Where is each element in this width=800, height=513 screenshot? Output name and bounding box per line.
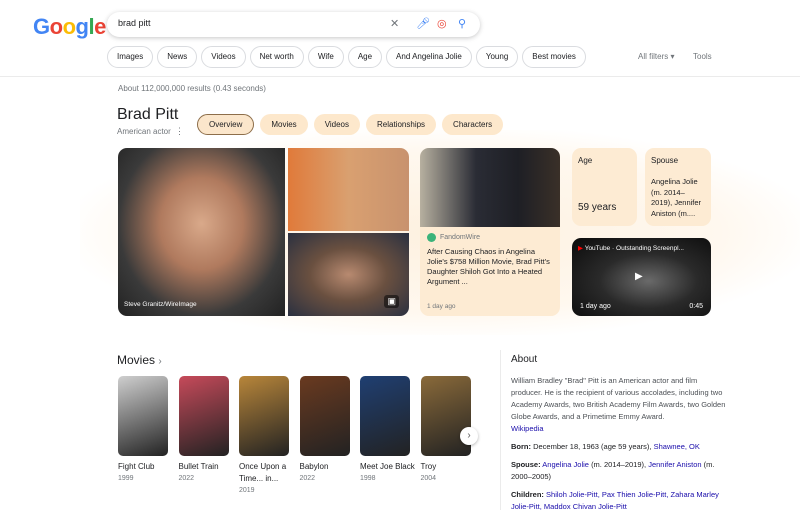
all-filters-button[interactable]: All filters ▾ xyxy=(638,52,674,61)
more-options-icon[interactable]: ⋮ xyxy=(175,126,184,137)
news-headline: After Causing Chaos in Angelina Jolie's … xyxy=(427,247,550,286)
movie-poster[interactable] xyxy=(420,376,471,456)
video-source: YouTube · Outstanding Screenpl... xyxy=(584,245,684,252)
news-source: FandomWire xyxy=(440,234,481,241)
movie-title[interactable]: Fight Club xyxy=(118,461,178,473)
chip[interactable]: Best movies xyxy=(522,46,586,68)
source-logo-icon xyxy=(427,233,436,242)
movie-poster[interactable] xyxy=(118,376,168,456)
born-label: Born: xyxy=(511,442,531,451)
movie-title[interactable]: Bullet Train xyxy=(179,461,239,473)
age-label: Age xyxy=(578,156,593,165)
chip[interactable]: Net worth xyxy=(249,46,304,68)
tab-videos[interactable]: Videos xyxy=(313,114,361,135)
born-place-link[interactable]: Shawnee, OK xyxy=(654,442,700,451)
tab-overview[interactable]: Overview xyxy=(197,114,255,135)
filter-chips: Images News Videos Net worth Wife Age An… xyxy=(107,46,586,68)
chip[interactable]: Videos xyxy=(201,46,246,68)
tab-relationships[interactable]: Relationships xyxy=(366,114,437,135)
entity-subtitle: American actor xyxy=(117,127,171,136)
movies-heading-text: Movies xyxy=(117,353,156,367)
spouse-card[interactable]: Spouse Angelina Jolie (m. 2014–2019), Je… xyxy=(645,148,711,226)
movie-poster[interactable] xyxy=(239,376,289,456)
movie-poster[interactable] xyxy=(178,376,229,456)
movie-title[interactable]: Meet Joe Black xyxy=(360,461,420,473)
spouse-link[interactable]: Angelina Jolie xyxy=(542,460,589,469)
wikipedia-link[interactable]: Wikipedia xyxy=(511,424,544,433)
tab-movies[interactable]: Movies xyxy=(260,114,308,135)
chip[interactable]: Young xyxy=(475,46,519,68)
chip[interactable]: Age xyxy=(347,46,383,68)
play-icon[interactable]: ▶ xyxy=(635,271,643,282)
news-time: 1 day ago xyxy=(427,303,456,310)
movie-year: 1998 xyxy=(360,475,376,482)
entity-tabs: Overview Movies Videos Relationships Cha… xyxy=(197,114,504,135)
chip[interactable]: News xyxy=(157,46,198,68)
video-card[interactable]: ▶ YouTube · Outstanding Screenpl... ▶ 1 … xyxy=(572,238,711,316)
movie-year: 1999 xyxy=(118,475,134,482)
photo-2[interactable] xyxy=(288,148,409,231)
movie-year: 2022 xyxy=(299,475,316,482)
microphone-icon[interactable]: 🎤︎ xyxy=(416,17,430,30)
photo-credit: Steve Granitz/WireImage xyxy=(124,301,197,308)
news-image xyxy=(420,148,560,227)
movie-poster[interactable] xyxy=(360,376,410,456)
movie-title[interactable]: Troy xyxy=(421,461,481,473)
youtube-icon: ▶ xyxy=(578,245,583,252)
movie-title[interactable]: Babylon xyxy=(300,461,360,473)
photo-3[interactable]: ▣ xyxy=(288,233,409,316)
tools-button[interactable]: Tools xyxy=(693,52,712,61)
born-text: December 18, 1963 (age 59 years), xyxy=(533,442,652,451)
video-time: 1 day ago xyxy=(580,303,611,310)
chip[interactable]: And Angelina Jolie xyxy=(386,46,472,68)
movie-year: 2004 xyxy=(420,475,437,482)
spouse-link[interactable]: Jennifer Aniston xyxy=(648,460,701,469)
search-icon[interactable]: ⚲ xyxy=(458,17,466,30)
about-section: About William Bradley "Brad" Pitt is an … xyxy=(500,350,730,511)
spouse-years: (m. 2014–2019), xyxy=(591,460,647,469)
age-card[interactable]: Age 59 years xyxy=(572,148,637,226)
about-text: William Bradley "Brad" Pitt is an Americ… xyxy=(511,376,726,421)
spouse-value: Angelina Jolie (m. 2014–2019), Jennifer … xyxy=(651,177,702,218)
age-value: 59 years xyxy=(578,202,617,213)
google-logo[interactable]: Google xyxy=(33,14,106,40)
image-gallery-icon[interactable]: ▣ xyxy=(384,295,399,308)
search-box[interactable]: brad pitt ✕ 🎤︎ ◎ ⚲ xyxy=(107,12,480,37)
lens-icon[interactable]: ◎ xyxy=(437,17,447,30)
movie-year: 2022 xyxy=(178,475,195,482)
movies-heading[interactable]: Movies › xyxy=(117,353,162,367)
chip[interactable]: Wife xyxy=(307,46,344,68)
movie-poster[interactable] xyxy=(299,376,350,456)
divider xyxy=(0,76,800,77)
carousel-next-button[interactable]: › xyxy=(460,427,478,445)
search-input[interactable]: brad pitt xyxy=(118,18,151,28)
movie-title[interactable]: Once Upon a Time... in... xyxy=(239,461,299,485)
clear-icon[interactable]: ✕ xyxy=(390,17,399,30)
spouse-field-label: Spouse: xyxy=(511,460,541,469)
chip[interactable]: Images xyxy=(107,46,154,68)
tab-characters[interactable]: Characters xyxy=(442,114,504,135)
movie-year: 2019 xyxy=(239,487,255,494)
result-count: About 112,000,000 results (0.43 seconds) xyxy=(118,84,266,93)
main-photo[interactable]: Steve Granitz/WireImage xyxy=(118,148,285,316)
spouse-label: Spouse xyxy=(651,156,679,165)
children-label: Children: xyxy=(511,490,544,499)
news-card[interactable]: FandomWire After Causing Chaos in Angeli… xyxy=(420,148,560,316)
chevron-right-icon: › xyxy=(158,356,162,367)
entity-title: Brad Pitt xyxy=(117,106,179,123)
video-duration: 0:45 xyxy=(689,303,703,310)
about-heading: About xyxy=(511,354,538,365)
